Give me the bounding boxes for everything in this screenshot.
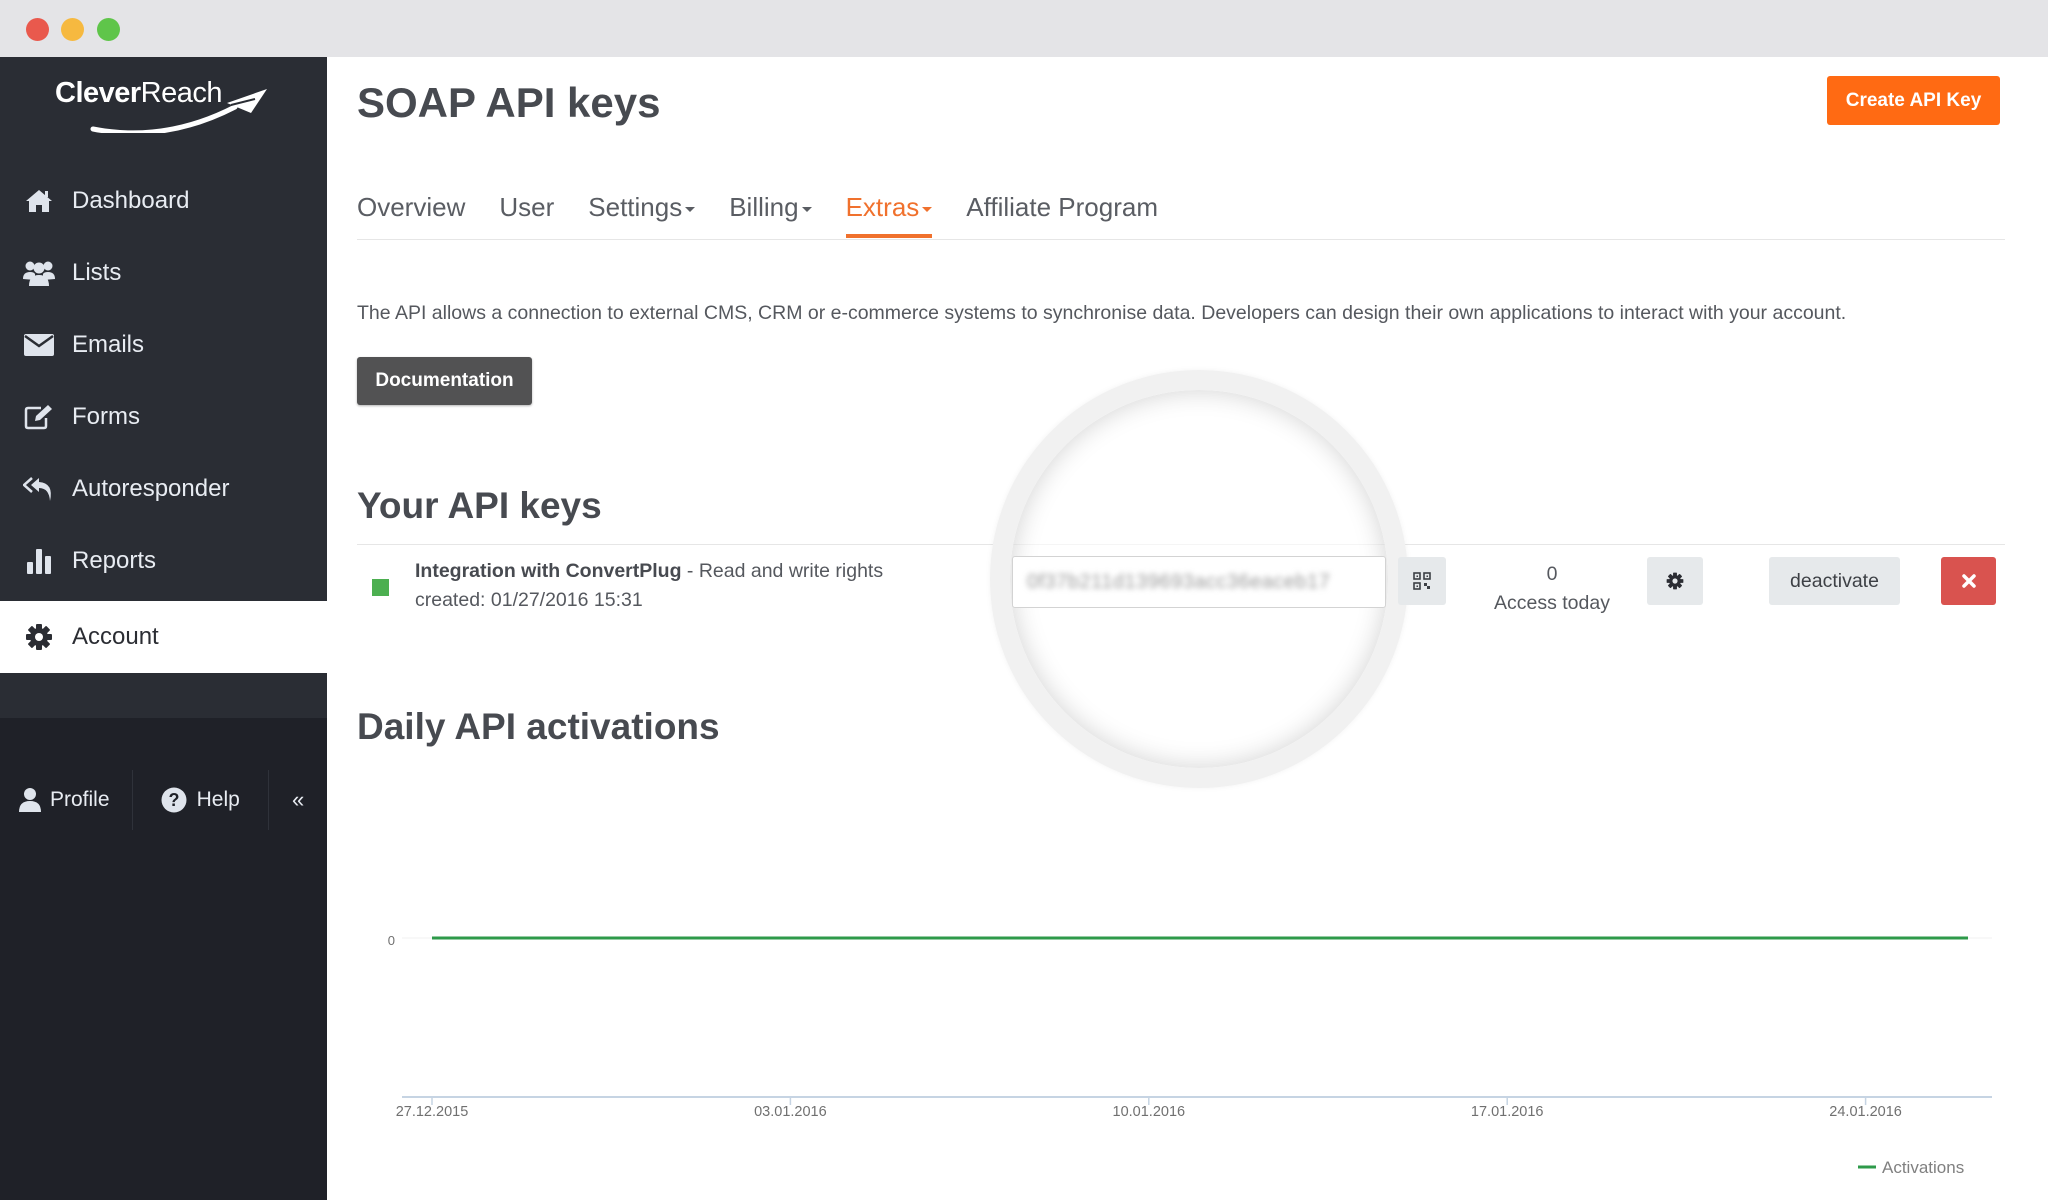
page-title: SOAP API keys <box>357 79 661 126</box>
sidebar-item-emails[interactable]: Emails <box>0 309 327 381</box>
sidebar-item-label: Lists <box>72 259 122 286</box>
sidebar-item-label: Account <box>72 623 159 650</box>
tab-settings[interactable]: Settings <box>588 187 696 238</box>
gear-icon <box>1666 572 1684 590</box>
row-divider <box>357 544 2005 545</box>
window-close-button[interactable] <box>26 18 49 41</box>
sidebar-bottom-bar: Profile ? Help « <box>0 770 327 830</box>
tab-user[interactable]: User <box>499 187 554 238</box>
api-key-field[interactable]: 0f37b211d139693acc36eaceb17 <box>1012 556 1386 608</box>
window-titlebar <box>0 0 2048 57</box>
question-circle-icon: ? <box>161 787 187 813</box>
sidebar: CleverReach Dashboard Lists Emails Forms <box>0 57 327 1200</box>
sidebar-item-dashboard[interactable]: Dashboard <box>0 165 327 237</box>
bar-chart-icon <box>22 546 56 576</box>
sidebar-item-label: Reports <box>72 547 157 574</box>
tab-label: Billing <box>729 192 799 222</box>
api-description: The API allows a connection to external … <box>357 302 1847 324</box>
sidebar-item-label: Emails <box>72 331 145 358</box>
double-chevron-left-icon: « <box>291 787 305 812</box>
tab-affiliate-program[interactable]: Affiliate Program <box>966 187 1158 238</box>
collapse-sidebar-button[interactable]: « <box>269 770 327 830</box>
sidebar-item-account[interactable]: Account <box>0 601 327 673</box>
caret-down-icon <box>801 206 812 212</box>
create-api-key-button[interactable]: Create API Key <box>1827 76 2000 125</box>
tab-extras[interactable]: Extras <box>845 187 933 238</box>
delete-key-button[interactable] <box>1941 557 1996 605</box>
api-keys-heading: Your API keys <box>357 485 602 526</box>
deactivate-button[interactable]: deactivate <box>1769 557 1900 605</box>
caret-down-icon <box>922 206 933 212</box>
users-icon <box>22 258 56 288</box>
sidebar-item-autoresponder[interactable]: Autoresponder <box>0 453 327 525</box>
activations-heading: Daily API activations <box>357 706 720 747</box>
tab-label: Extras <box>845 192 920 222</box>
profile-label: Profile <box>50 788 110 811</box>
window-maximize-button[interactable] <box>97 18 120 41</box>
close-icon <box>1961 574 1976 588</box>
edit-icon <box>22 402 56 432</box>
window-minimize-button[interactable] <box>61 18 84 41</box>
access-today: 0 Access today <box>1482 560 1622 618</box>
key-name: Integration with ConvertPlug <box>415 560 682 582</box>
tab-overview[interactable]: Overview <box>357 187 465 238</box>
user-icon <box>19 788 41 812</box>
api-key-value: 0f37b211d139693acc36eaceb17 <box>1027 571 1331 593</box>
sidebar-item-label: Dashboard <box>72 187 190 214</box>
sidebar-item-forms[interactable]: Forms <box>0 381 327 453</box>
sidebar-item-label: Forms <box>72 403 140 430</box>
tab-label: Overview <box>357 192 466 222</box>
paper-plane-logo-icon <box>90 89 267 133</box>
help-label: Help <box>196 788 240 811</box>
home-icon <box>22 186 56 216</box>
access-count: 0 <box>1546 563 1558 585</box>
sidebar-item-label: Autoresponder <box>72 475 230 502</box>
qr-code-button[interactable] <box>1398 557 1446 605</box>
profile-button[interactable]: Profile <box>0 770 132 830</box>
tab-billing[interactable]: Billing <box>729 187 812 238</box>
tab-label: Affiliate Program <box>966 192 1158 222</box>
tab-label: User <box>499 192 555 222</box>
reply-all-icon <box>22 474 56 504</box>
main-content: SOAP API keys Create API Key Overview Us… <box>327 57 2048 1200</box>
sidebar-item-reports[interactable]: Reports <box>0 525 327 597</box>
key-created-date: created: 01/27/2016 15:31 <box>415 589 643 611</box>
key-settings-button[interactable] <box>1647 557 1703 605</box>
help-button[interactable]: ? Help <box>133 770 269 830</box>
key-rights: - Read and write rights <box>681 560 884 582</box>
tab-label: Settings <box>588 192 683 222</box>
envelope-icon <box>22 330 56 360</box>
sidebar-item-lists[interactable]: Lists <box>0 237 327 309</box>
cleverreach-logo[interactable]: CleverReach <box>55 73 285 133</box>
key-title: Integration with ConvertPlug - Read and … <box>415 560 883 583</box>
access-label: Access today <box>1494 592 1610 614</box>
documentation-button[interactable]: Documentation <box>357 357 532 405</box>
qr-code-icon <box>1413 572 1431 590</box>
key-status-indicator <box>372 579 389 596</box>
gear-icon <box>22 622 56 652</box>
account-tabs: Overview User Settings Billing Extras Af… <box>357 187 1192 238</box>
caret-down-icon <box>685 206 696 212</box>
tabs-divider <box>357 239 2005 240</box>
svg-text:?: ? <box>168 790 179 810</box>
